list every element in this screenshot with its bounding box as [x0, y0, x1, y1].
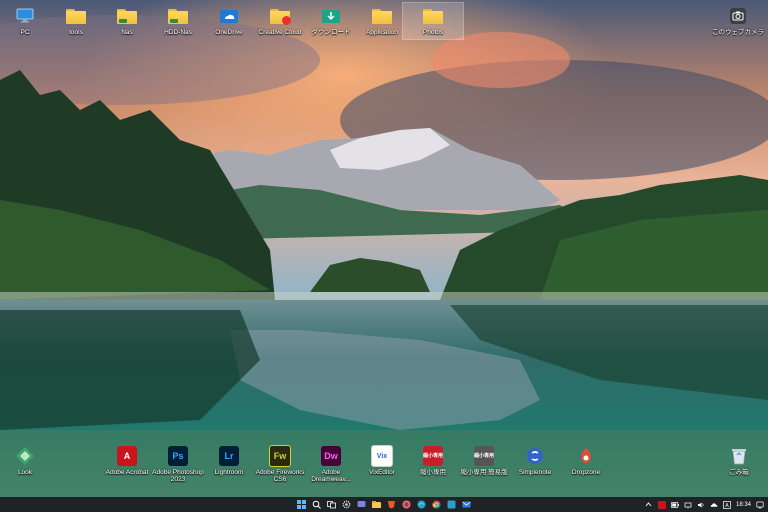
photoshop-icon: Ps: [167, 445, 189, 467]
vixeditor-icon: Vix: [371, 445, 393, 467]
desktop-icon-label: ダウンロード: [311, 29, 351, 36]
desktop-icon-label: Application: [366, 29, 398, 36]
desktop-icon-label: HDD-Nas: [164, 29, 192, 36]
taskbar-clock[interactable]: 18:34: [736, 502, 751, 508]
desktop-icon-label: Creative Cloud: [258, 29, 302, 36]
desktop-icon-label: 縮小専用 簡易版: [460, 469, 508, 476]
acrobat-icon: A: [116, 445, 138, 467]
desktop-icon-recycle-bin[interactable]: ごみ箱: [709, 445, 768, 476]
desktop-icon-label: Lightroom: [214, 469, 244, 476]
camera-icon: [727, 5, 749, 27]
edge-icon[interactable]: [416, 500, 426, 510]
desktop-icon-label: ごみ箱: [729, 469, 749, 476]
notification-icon[interactable]: [756, 501, 764, 509]
ime-icon[interactable]: A: [723, 500, 731, 509]
desktop-icon-dropzone[interactable]: Dropzone: [556, 445, 616, 476]
network-icon[interactable]: [684, 501, 692, 509]
desktop-icon-label: Look: [17, 469, 33, 476]
onedrive-tray-icon[interactable]: [710, 501, 718, 509]
taskbar: A 18:34: [0, 497, 768, 512]
folder-icon: [371, 5, 393, 27]
chat-icon[interactable]: [356, 500, 366, 510]
svg-text:A: A: [725, 503, 729, 509]
start-icon[interactable]: [296, 500, 306, 510]
lightroom-icon: Lr: [218, 445, 240, 467]
folder-nas-icon: [116, 5, 138, 27]
chrome-icon[interactable]: [431, 500, 441, 510]
desktop-wallpaper: [0, 0, 768, 497]
folder-icon: [422, 5, 444, 27]
desktop-icon-webcam[interactable]: このウェブカメラ: [708, 5, 768, 36]
desktop-icon-label: Adobe Acrobat: [105, 469, 149, 476]
shukusen-icon: 縮小専用: [422, 445, 444, 467]
brave-browser-icon[interactable]: [386, 500, 396, 510]
desktop-icon-label: PC: [20, 29, 30, 36]
desktop-icon-photos[interactable]: Photos: [402, 2, 464, 40]
volume-icon[interactable]: [697, 501, 705, 509]
search-icon[interactable]: [311, 500, 321, 510]
desktop-icon-label: Photos: [422, 29, 444, 36]
acrobat-tray-icon[interactable]: [657, 500, 666, 509]
task-view-icon[interactable]: [326, 500, 336, 510]
look-app-icon: [14, 445, 36, 467]
taskbar-pinned-apps: [296, 497, 471, 512]
chevron-up-icon[interactable]: [645, 501, 653, 509]
mail-icon[interactable]: [461, 500, 471, 510]
recycle-bin-icon: [728, 445, 750, 467]
firefox-icon[interactable]: [401, 500, 411, 510]
desktop-icon-label: OneDrive: [215, 29, 243, 36]
desktop-icon-label: VixEditor: [369, 469, 395, 476]
dropzone-icon: [575, 445, 597, 467]
desktop-icon-label: Nas: [121, 29, 133, 36]
desktop-icon-look[interactable]: Look: [0, 445, 55, 476]
battery-icon[interactable]: [671, 501, 679, 509]
desktop-icon-label: tools: [69, 29, 83, 36]
onedrive-folder-icon: [218, 5, 240, 27]
creative-cloud-folder-icon: [269, 5, 291, 27]
fireworks-icon: Fw: [269, 445, 291, 467]
shukusen-lite-icon: 縮小専用: [473, 445, 495, 467]
simplenote-icon: [524, 445, 546, 467]
desktop-icon-label: Simplenote: [518, 469, 552, 476]
desktop-icon-label: Dropzone: [571, 469, 601, 476]
folder-nas-icon: [167, 5, 189, 27]
monitor-icon: [14, 5, 36, 27]
desktop-icon-label: このウェブカメラ: [712, 29, 764, 36]
desktop-icon-label: 縮小専用: [420, 469, 446, 476]
dreamweaver-icon: Dw: [320, 445, 342, 467]
settings-icon[interactable]: [341, 500, 351, 510]
file-explorer-icon[interactable]: [371, 500, 381, 510]
downloads-folder-icon: [320, 5, 342, 27]
app-icon[interactable]: [446, 500, 456, 510]
system-tray: A 18:34: [645, 497, 764, 512]
folder-icon: [65, 5, 87, 27]
